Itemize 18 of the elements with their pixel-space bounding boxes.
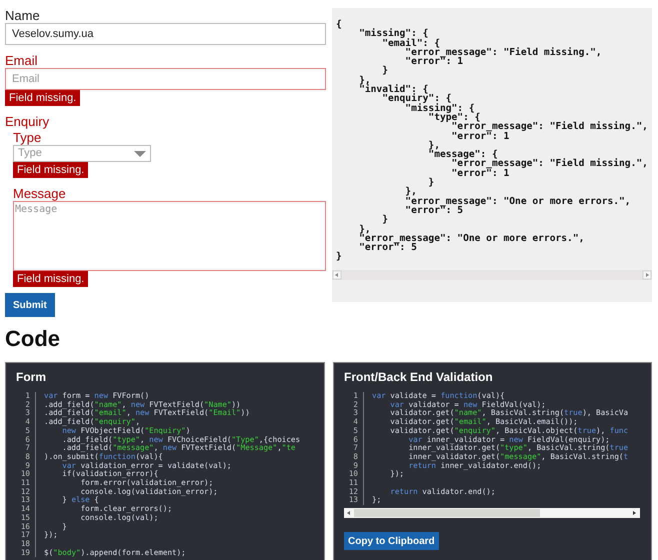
error-message: Field missing. xyxy=(13,162,88,178)
error-message: Field missing. xyxy=(5,90,80,106)
copy-button[interactable]: Copy to Clipboard xyxy=(344,532,439,550)
panel-title: Front/Back End Validation xyxy=(344,369,494,385)
section-heading: Code xyxy=(5,325,60,353)
field-label: Enquiry xyxy=(5,114,50,129)
text-area[interactable]: Message xyxy=(13,201,326,271)
json-output: { "missing": { "email": { "error_message": "Field missing.", "error": 1 } }, "invalid": { "enquiry": { "missing": { "type": { "error_message": "Field missing.", "error": 1 }, "message": { "error_message": "Field missing.", "error": 1 } }, "error_message": "One or more errors.", "error": 5 } }, "error_message": "One or more errors.", "error": 5 } xyxy=(335,18,649,264)
error-message: Field missing. xyxy=(13,271,88,287)
input-field[interactable]: Email xyxy=(5,68,326,90)
field-label: Email xyxy=(5,53,39,68)
caret-icon xyxy=(134,150,146,156)
input-field[interactable]: Veselov.sumy.ua xyxy=(5,23,326,45)
panel-title: Form xyxy=(16,369,47,385)
submit-button[interactable]: Submit xyxy=(5,293,55,317)
field-label: Name xyxy=(5,8,41,23)
field-label: Message xyxy=(13,186,67,201)
field-label: Type xyxy=(13,130,42,145)
